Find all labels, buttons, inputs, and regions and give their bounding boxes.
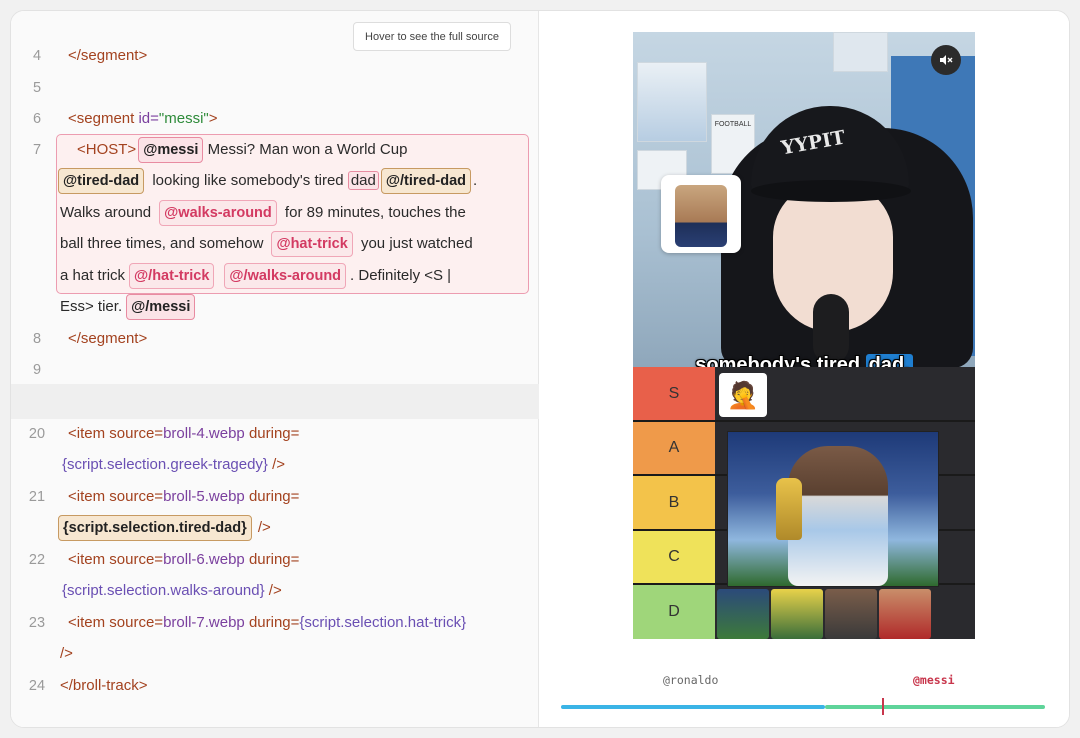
line-number: 24 bbox=[28, 677, 46, 694]
video-preview-pane: FOOTBALL YYPIT somebody's tired dad. S 🤦 bbox=[539, 11, 1069, 727]
hat-trick-open-chip[interactable]: @hat-trick bbox=[271, 230, 353, 257]
full-source-tooltip-button[interactable]: Hover to see the full source bbox=[353, 22, 511, 51]
host-text: a hat trick bbox=[60, 267, 126, 284]
video-player[interactable]: FOOTBALL YYPIT somebody's tired dad. S 🤦 bbox=[633, 32, 975, 639]
host-text: for 89 minutes, touches the bbox=[280, 204, 466, 221]
item-tag: <item source=broll-5.webp during= bbox=[68, 488, 300, 505]
line-number: 23 bbox=[28, 614, 46, 631]
editor-card: Hover to see the full source 4 </segment… bbox=[10, 10, 1070, 728]
item-tag: <item source=broll-4.webp during= bbox=[68, 425, 300, 442]
line-number: 8 bbox=[32, 330, 42, 347]
host-text: Messi? Man won a World Cup bbox=[203, 141, 408, 158]
segment-close-tag: </segment> bbox=[68, 330, 148, 347]
broll-photo bbox=[727, 431, 939, 587]
tier-row-s: S 🤦 bbox=[633, 367, 975, 422]
tier-label: C bbox=[633, 531, 715, 583]
timeline-label-messi: @messi bbox=[913, 673, 955, 687]
host-text: looking like somebody's tired bbox=[148, 172, 348, 189]
trophy bbox=[776, 478, 802, 540]
segment-open-tag: <segment id="messi"> bbox=[68, 110, 218, 127]
timeline-label-ronaldo: @ronaldo bbox=[663, 673, 719, 687]
selection-ref: {script.selection.greek-tragedy} /> bbox=[62, 456, 286, 473]
host-line-1: <HOST> @messi Messi? Man won a World Cup bbox=[77, 134, 407, 165]
host-line-4: ball three times, and somehow @hat-trick… bbox=[60, 228, 473, 259]
host-line-2: @tired-dad looking like somebody's tired… bbox=[58, 165, 477, 196]
wall-poster bbox=[833, 32, 888, 72]
walks-around-close-chip[interactable]: @/walks-around bbox=[224, 262, 347, 289]
broll-track-close-tag: </broll-track> bbox=[60, 677, 148, 694]
line-number: 9 bbox=[32, 361, 42, 378]
collapsed-lines-divider[interactable] bbox=[11, 384, 539, 419]
line-number: 22 bbox=[28, 551, 46, 568]
selection-ref: {script.selection.tired-dad} /> bbox=[58, 514, 271, 541]
host-line-5: a hat trick @/hat-trick @/walks-around .… bbox=[60, 260, 451, 291]
fan-figure bbox=[788, 446, 888, 586]
host-text: Ess> tier. bbox=[60, 298, 123, 315]
tired-dad-open-chip[interactable]: @tired-dad bbox=[58, 167, 145, 194]
host-line-3: Walks around @walks-around for 89 minute… bbox=[60, 197, 466, 228]
host-text: . bbox=[473, 172, 478, 189]
host-text: Walks around bbox=[60, 204, 152, 221]
player-thumb bbox=[717, 589, 769, 639]
tier-label: A bbox=[633, 422, 715, 474]
tired-dad-selection-chip[interactable]: {script.selection.tired-dad} bbox=[58, 514, 252, 541]
tier-label: B bbox=[633, 476, 715, 529]
player-thumb bbox=[879, 589, 931, 639]
mute-icon[interactable] bbox=[931, 45, 961, 75]
walks-around-open-chip[interactable]: @walks-around bbox=[159, 199, 277, 226]
tier-label: D bbox=[633, 585, 715, 639]
source-code-pane: Hover to see the full source 4 </segment… bbox=[11, 11, 539, 727]
tier-label: S bbox=[633, 367, 715, 420]
host-tag: <HOST> bbox=[77, 141, 137, 158]
messi-photo bbox=[675, 185, 727, 247]
emoji-thumb: 🤦 bbox=[719, 373, 767, 417]
messi-overlay-card bbox=[661, 175, 741, 253]
host-text: . Definitely <S | bbox=[350, 267, 452, 284]
messi-open-chip[interactable]: @messi bbox=[138, 136, 204, 163]
host-text: you just watched bbox=[356, 235, 473, 252]
host-line-6: Ess> tier. @/messi bbox=[60, 291, 196, 322]
line-number: 21 bbox=[28, 488, 46, 505]
segment-close-tag: </segment> bbox=[68, 47, 148, 64]
timeline-played[interactable] bbox=[561, 705, 825, 709]
item-tag: <item source=broll-6.webp during= bbox=[68, 551, 300, 568]
line-number: 7 bbox=[32, 141, 42, 158]
messi-close-chip[interactable]: @/messi bbox=[126, 293, 196, 320]
dad-highlight: dad bbox=[347, 171, 379, 190]
player-thumb bbox=[825, 589, 877, 639]
item-close: /> bbox=[60, 645, 73, 662]
item-tag: <item source=broll-7.webp during={script… bbox=[68, 614, 467, 631]
tired-dad-close-chip[interactable]: @/tired-dad bbox=[380, 167, 472, 194]
host-text: ball three times, and somehow bbox=[60, 235, 264, 252]
playhead-marker[interactable] bbox=[882, 698, 884, 715]
player-thumb bbox=[771, 589, 823, 639]
line-number: 4 bbox=[32, 47, 42, 64]
line-number: 20 bbox=[28, 425, 46, 442]
line-number: 5 bbox=[32, 79, 42, 96]
selection-ref: {script.selection.walks-around} /> bbox=[62, 582, 282, 599]
timeline-remaining[interactable] bbox=[825, 705, 1045, 709]
cap-brim bbox=[751, 180, 911, 202]
line-number: 6 bbox=[32, 110, 42, 127]
jersey-poster bbox=[637, 62, 707, 142]
hat-trick-close-chip[interactable]: @/hat-trick bbox=[129, 262, 215, 289]
